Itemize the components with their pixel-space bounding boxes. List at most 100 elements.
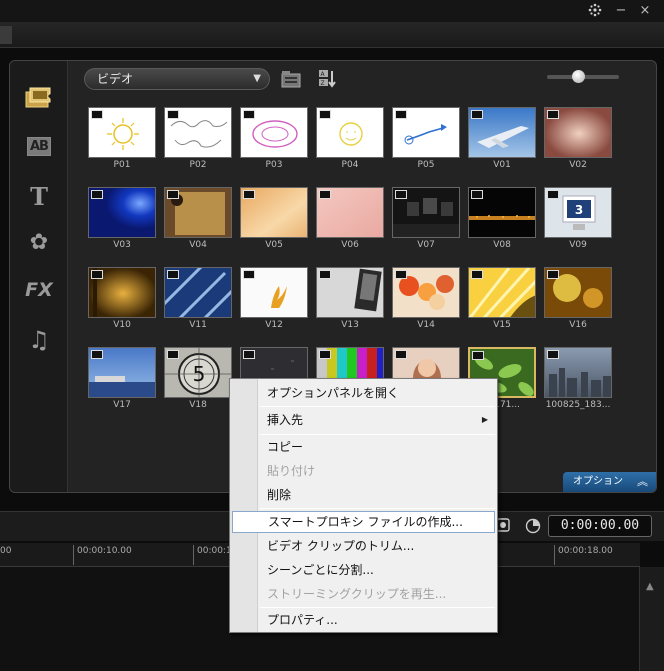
transition-icon[interactable]: AB [22,131,56,161]
clip-label: V10 [113,320,131,330]
clip-thumbnail[interactable]: V07 [392,187,460,253]
clip-thumbnail[interactable]: V12 [240,267,308,333]
context-menu-item: 貼り付け [232,460,495,482]
clip-thumbnail[interactable]: P03 [240,107,308,173]
thumbnail-size-slider[interactable] [547,70,619,83]
panel-tab[interactable] [0,26,12,44]
clip-thumbnail[interactable]: V04 [164,187,232,253]
clip-preview: 5 [164,347,232,398]
video-clip-icon [167,350,179,359]
scroll-up-icon[interactable]: ▲ [646,581,654,592]
clip-label: V16 [569,320,587,330]
clip-thumbnail[interactable]: V08 [468,187,536,253]
option-button[interactable]: オプション ︽ [563,472,656,492]
clip-preview [468,187,536,238]
clip-thumbnail[interactable]: V06 [316,187,384,253]
context-menu-item-label: 挿入先 [267,413,304,427]
clip-thumbnail[interactable]: V02 [544,107,612,173]
context-menu-item[interactable]: 挿入先 ▶ [232,409,495,431]
clip-preview: 3 [544,187,612,238]
menu-separator [260,434,495,435]
context-menu-item-label: コピー [267,440,304,454]
title-icon[interactable]: T [22,181,56,211]
ruler-tick: 00 [0,545,11,565]
clip-thumbnail[interactable]: 3 V09 [544,187,612,253]
clip-thumbnail[interactable]: V17 [88,347,156,413]
clock-icon[interactable] [524,518,542,536]
clip-thumbnail[interactable]: V05 [240,187,308,253]
video-clip-icon [167,110,179,119]
clip-thumbnail[interactable]: V11 [164,267,232,333]
graphic-icon[interactable]: ✿ [22,227,56,257]
clip-thumbnail[interactable]: V15 [468,267,536,333]
clip-thumbnail[interactable]: V10 [88,267,156,333]
clip-thumbnail[interactable]: V03 [88,187,156,253]
import-media-icon[interactable] [280,68,304,90]
video-clip-icon [91,270,103,279]
context-menu-item[interactable]: ビデオ クリップのトリム... [232,535,495,557]
video-clip-icon [472,351,484,360]
clip-thumbnail[interactable]: V01 [468,107,536,173]
clip-thumbnail[interactable]: P04 [316,107,384,173]
context-menu-item[interactable]: 削除 [232,484,495,506]
clip-label: V04 [189,240,207,250]
clip-thumbnail[interactable]: 5 V18 [164,347,232,413]
clip-thumbnail[interactable]: P02 [164,107,232,173]
context-menu-item[interactable]: プロパティ... [232,609,495,631]
clip-preview [164,267,232,318]
clip-preview [164,107,232,158]
clip-preview [240,107,308,158]
clip-preview [164,187,232,238]
svg-text:Z: Z [321,80,325,87]
clip-preview [88,187,156,238]
timeline-scrollbar[interactable]: ▲ [640,567,664,671]
clip-thumbnail[interactable]: V13 [316,267,384,333]
close-button[interactable]: × [636,2,654,20]
fx-icon[interactable]: FX [22,275,56,305]
clip-thumbnail[interactable]: V16 [544,267,612,333]
timecode-display[interactable]: 0:00:00.00 [548,515,652,537]
context-menu-item[interactable]: オプションパネルを開く [232,382,495,404]
chevron-down-icon: ▼ [253,73,261,84]
menu-separator [260,508,495,509]
ruler-tick: 00:00:18.00 [554,545,613,565]
clip-label: V14 [417,320,435,330]
clip-thumbnail[interactable]: P05 [392,107,460,173]
settings-icon[interactable] [586,2,604,24]
media-icon[interactable] [22,83,56,113]
context-menu-item[interactable]: シーンごとに分割... [232,559,495,581]
video-clip-icon [471,110,483,119]
slider-knob[interactable] [572,70,585,83]
clip-label: V18 [189,400,207,410]
clip-label: V13 [341,320,359,330]
ruler-tick: 00:00:1 [193,545,232,565]
context-menu-item[interactable]: コピー [232,436,495,458]
option-button-label: オプション [573,476,623,487]
folder-select-value: ビデオ [97,72,134,86]
folder-select[interactable]: ビデオ ▼ [84,68,270,90]
clip-label: P04 [341,160,359,170]
svg-text:5: 5 [193,362,206,386]
sort-icon[interactable]: AZ [316,68,340,90]
clip-label: V07 [417,240,435,250]
clip-label: P05 [417,160,435,170]
minimize-button[interactable]: − [612,2,630,20]
video-clip-icon [319,350,331,359]
context-menu-item: ストリーミングクリップを再生... [232,583,495,605]
clip-thumbnail[interactable]: 100825_183... [544,347,612,413]
audio-icon[interactable]: ♫ [22,325,56,355]
video-clip-icon [547,110,559,119]
clip-label: V15 [493,320,511,330]
clip-thumbnail[interactable]: P01 [88,107,156,173]
context-menu-item-label: 削除 [267,488,292,502]
video-clip-icon [91,110,103,119]
context-menu-item-label: ビデオ クリップのトリム... [267,539,415,553]
clip-preview [392,187,460,238]
clip-label: V12 [265,320,283,330]
video-clip-icon [243,110,255,119]
chevron-up-icon: ︽ [637,475,648,488]
ruler-tick: 00:00:10.00 [73,545,132,565]
context-menu-item[interactable]: スマートプロキシ ファイルの作成... [232,511,495,533]
clip-thumbnail[interactable]: V14 [392,267,460,333]
menu-separator [260,406,495,407]
